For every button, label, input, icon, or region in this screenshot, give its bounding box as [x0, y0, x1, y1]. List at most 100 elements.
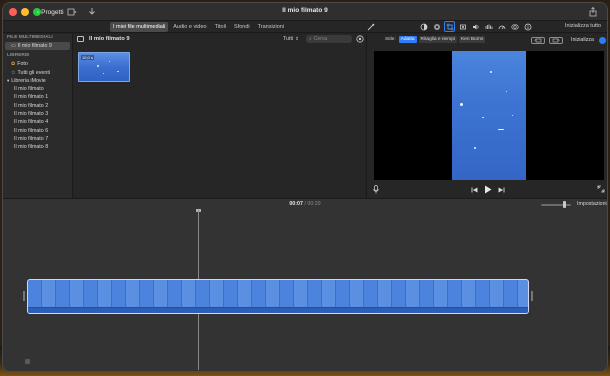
style-crop-fill-button[interactable]: Ritaglia e riempi: [418, 36, 457, 43]
style-ken-burns-button[interactable]: Ken Burns: [458, 36, 486, 43]
tab-audio-video[interactable]: Audio e video: [170, 22, 209, 32]
magic-wand-icon[interactable]: [367, 23, 375, 31]
video-preview[interactable]: [374, 51, 604, 180]
style-label: Stile:: [385, 37, 396, 42]
color-balance-icon[interactable]: [419, 22, 428, 31]
clip-filter-select[interactable]: Tutti ⇕: [283, 36, 299, 42]
color-correction-icon[interactable]: [432, 22, 441, 31]
thumbnail-detail: [117, 71, 119, 72]
tab-backgrounds[interactable]: Sfondi: [231, 22, 253, 32]
playback-controls: [471, 185, 505, 194]
skip-forward-icon[interactable]: [498, 187, 505, 193]
play-icon[interactable]: [484, 185, 492, 194]
thumbnail-detail: [109, 61, 110, 62]
title-bar: ‹ Progetti Il mio filmato 9: [3, 3, 607, 21]
media-section-header: FILE MULTIMEDIALI: [7, 35, 53, 40]
noise-reduction-icon[interactable]: [484, 22, 493, 31]
tab-titles[interactable]: Titoli: [212, 22, 229, 32]
timeline-settings-button[interactable]: Impostazioni: [577, 201, 607, 207]
rotate-left-icon: [534, 38, 542, 43]
clip-info-icon[interactable]: [523, 22, 532, 31]
browser-title: Il mio filmato 9: [89, 36, 130, 42]
filter-label: Tutti: [283, 36, 294, 42]
reset-all-button[interactable]: Inizializza tutto: [565, 23, 601, 29]
disclosure-triangle-icon: ▾: [7, 77, 10, 83]
rotate-right-button[interactable]: [549, 37, 563, 44]
stabilization-icon[interactable]: [458, 22, 467, 31]
timecode: 00:07 / 00:20: [3, 201, 607, 207]
minimize-window-button[interactable]: [21, 8, 29, 16]
frame-detail: [512, 115, 513, 116]
browser-header: Il mio filmato 9 Tutti ⇕ ⌕ Cerca: [73, 34, 365, 45]
current-time: 00:07: [289, 201, 303, 207]
tab-my-media[interactable]: I miei file multimediali: [110, 22, 169, 32]
crop-style-selector: Stile: Adatta Ritaglia e riempi Ken Burn…: [385, 36, 486, 43]
sidebar-item-label: Foto: [17, 61, 28, 68]
sidebar-item-event[interactable]: Il mio filmato 2: [3, 102, 72, 110]
film-icon: ▭: [11, 43, 16, 49]
sidebar-item-photos[interactable]: ✿ Foto: [3, 60, 72, 68]
fullscreen-icon[interactable]: [597, 185, 605, 193]
viewer-reset-button[interactable]: Inizializza: [571, 37, 594, 43]
total-time: 00:20: [307, 201, 321, 207]
import-icon[interactable]: [87, 7, 97, 17]
speed-icon[interactable]: [497, 22, 506, 31]
frame-detail: [460, 103, 463, 106]
clip-trim-handle-left[interactable]: [23, 291, 25, 301]
sidebar-item-event[interactable]: Il mio filmato 8: [3, 143, 72, 151]
chevron-left-icon: ‹: [37, 8, 40, 16]
media-browser: Il mio filmato 9 Tutti ⇕ ⌕ Cerca 10,0 s: [73, 34, 365, 198]
timeline-video-clip[interactable]: [27, 279, 529, 314]
star-icon: ☆: [11, 69, 16, 76]
sidebar-item-event[interactable]: Il mio filmato: [3, 85, 72, 93]
timeline-zoom-knob[interactable]: [563, 201, 566, 208]
thumbnail-detail: [103, 73, 104, 74]
sidebar-item-all-events[interactable]: ☆ Tutti gli eventi: [3, 69, 72, 77]
imovie-window: ‹ Progetti Il mio filmato 9 I miei file …: [2, 2, 608, 372]
share-icon[interactable]: [589, 7, 597, 17]
projects-back-button[interactable]: ‹ Progetti: [37, 6, 64, 18]
sidebar-item-event[interactable]: Il mio filmato 4: [3, 118, 72, 126]
rotate-left-button[interactable]: [531, 37, 545, 44]
media-tabs: I miei file multimediali Audio e video T…: [110, 22, 287, 32]
projects-back-label: Progetti: [41, 8, 64, 16]
frame-detail: [474, 147, 476, 149]
frame-detail: [482, 117, 484, 118]
volume-icon[interactable]: [471, 22, 480, 31]
chevron-updown-icon: ⇕: [295, 36, 299, 41]
library-list-icon[interactable]: [67, 7, 77, 17]
video-frame: [452, 51, 526, 180]
style-fit-button[interactable]: Adatta: [398, 36, 417, 43]
timeline-zoom-slider[interactable]: [541, 204, 571, 206]
skip-back-icon[interactable]: [471, 187, 478, 193]
microphone-icon[interactable]: [373, 185, 379, 194]
adjustment-bar: [419, 21, 532, 32]
thumbnail-detail: [97, 65, 99, 67]
sidebar-toggle-icon[interactable]: [77, 36, 84, 42]
clip-trim-handle-right[interactable]: [531, 291, 533, 301]
search-icon: ⌕: [309, 36, 312, 42]
toolbar: I miei file multimediali Audio e video T…: [3, 21, 607, 33]
sidebar-item-event[interactable]: Il mio filmato 7: [3, 135, 72, 143]
close-window-button[interactable]: [9, 8, 17, 16]
libraries-section-header: LIBRERIE: [7, 53, 30, 59]
sidebar-item-event[interactable]: Il mio filmato 1: [3, 93, 72, 101]
clip-filter-icon[interactable]: [510, 22, 519, 31]
clip-audio-waveform: [28, 307, 528, 313]
search-field[interactable]: ⌕ Cerca: [306, 35, 352, 43]
sidebar-item-library[interactable]: ▾ Libreria iMovie: [3, 77, 72, 85]
sidebar-item-event[interactable]: Il mio filmato 3: [3, 110, 72, 118]
sidebar-item-label: Libreria iMovie: [11, 77, 46, 84]
sidebar-item-event[interactable]: Il mio filmato 6: [3, 127, 72, 135]
tab-transitions[interactable]: Transizioni: [255, 22, 287, 32]
photos-icon: ✿: [11, 61, 16, 68]
browser-settings-icon[interactable]: [356, 35, 364, 43]
timeline[interactable]: 00:07 / 00:20 Impostazioni: [3, 198, 607, 371]
timeline-status-icon: [25, 359, 30, 364]
libraries-sidebar: FILE MULTIMEDIALI ▭ Il mio filmato 9 LIB…: [3, 34, 73, 198]
apply-button[interactable]: [599, 37, 606, 44]
viewer-panel: Stile: Adatta Ritaglia e riempi Ken Burn…: [366, 34, 607, 198]
media-clip-thumbnail[interactable]: 10,0 s: [78, 52, 130, 82]
sidebar-item-project[interactable]: ▭ Il mio filmato 9: [5, 42, 70, 51]
crop-icon[interactable]: [444, 21, 455, 32]
